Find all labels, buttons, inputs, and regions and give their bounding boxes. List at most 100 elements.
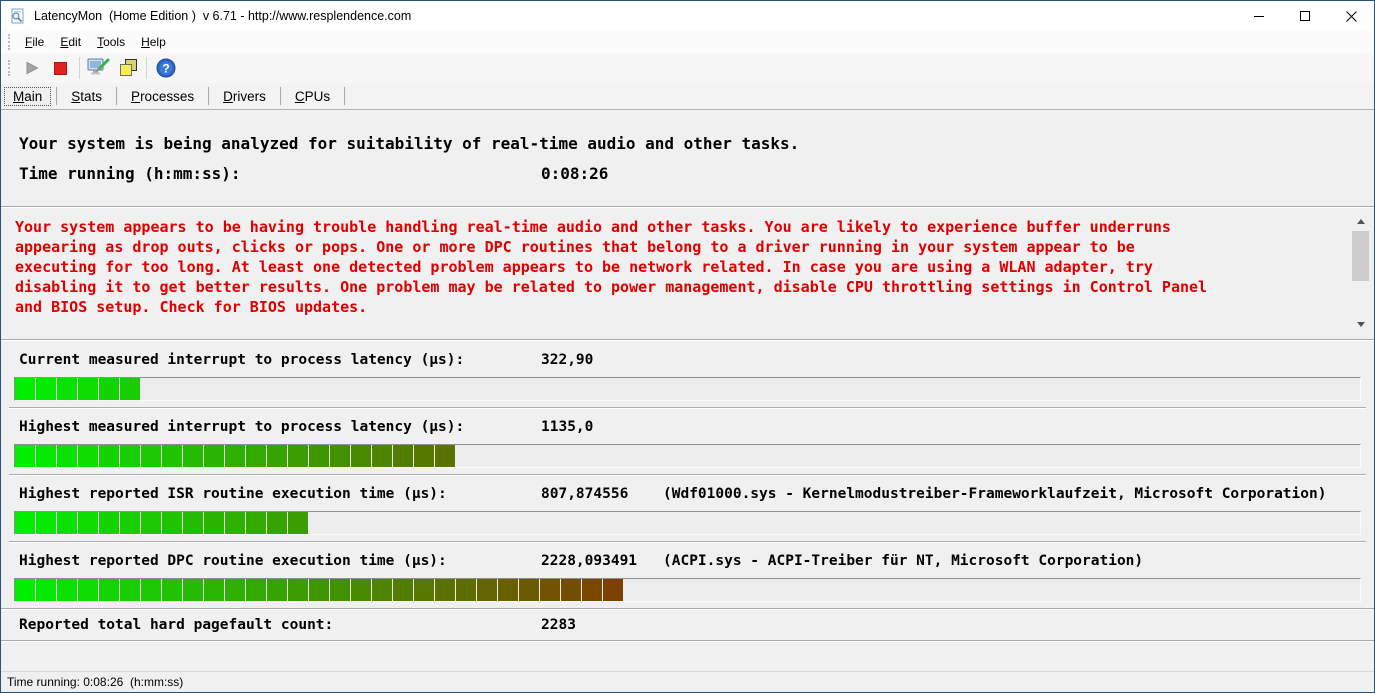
metric-row: Highest reported ISR routine execution t…	[9, 483, 1366, 505]
tab[interactable]: Processes	[121, 86, 204, 107]
bar-segment	[57, 512, 77, 534]
metric-label: Highest reported ISR routine execution t…	[19, 486, 541, 502]
bar-segment	[204, 579, 224, 601]
bar-segment	[120, 512, 140, 534]
play-button[interactable]	[17, 55, 46, 81]
copy-icon	[117, 58, 139, 78]
bar-segment	[204, 445, 224, 467]
scroll-down-icon	[1357, 322, 1365, 327]
bar-segment	[477, 579, 497, 601]
bar-segment	[351, 445, 371, 467]
bar-segment	[225, 579, 245, 601]
bar-segment	[120, 445, 140, 467]
menu-items: FileEditToolsHelp	[17, 32, 174, 52]
bar-segment	[57, 579, 77, 601]
tab[interactable]: Main	[3, 86, 52, 107]
bar-segment	[99, 512, 119, 534]
tab[interactable]: Drivers	[213, 86, 276, 107]
menu-item[interactable]: Help	[133, 32, 174, 52]
bar-segment	[15, 445, 35, 467]
svg-text:?: ?	[162, 62, 169, 76]
bar-segment	[15, 579, 35, 601]
help-button[interactable]: ?	[151, 55, 180, 81]
tab-bar: Main Stats Processes Drivers CPUs	[1, 83, 1374, 109]
bar-segment	[330, 445, 350, 467]
tab-separator	[280, 87, 281, 105]
bar-segment	[183, 445, 203, 467]
bar-segment	[246, 579, 266, 601]
bar-segment	[288, 512, 308, 534]
toolbar: ?	[1, 53, 1374, 83]
stop-button[interactable]	[46, 55, 75, 81]
bar-segment	[36, 445, 56, 467]
bar-segment	[267, 445, 287, 467]
scroll-up-icon	[1357, 219, 1365, 224]
menu-gripper	[8, 34, 11, 50]
maximize-button[interactable]	[1282, 1, 1328, 31]
tab[interactable]: CPUs	[285, 86, 340, 107]
scrollbar-thumb[interactable]	[1352, 231, 1369, 281]
latencymon-window: LatencyMon (Home Edition ) v 6.71 - http…	[0, 0, 1375, 693]
scroll-up-button[interactable]	[1352, 215, 1369, 228]
metric-row: Current measured interrupt to process la…	[9, 349, 1366, 371]
bar-segment	[267, 512, 287, 534]
bar-segment	[414, 445, 434, 467]
metric-label: Current measured interrupt to process la…	[19, 352, 541, 368]
bar-segment	[78, 445, 98, 467]
bar-segment	[225, 445, 245, 467]
pagefault-row: Reported total hard pagefault count: 228…	[1, 610, 1374, 640]
bar-segment	[267, 579, 287, 601]
analyze-settings-button[interactable]	[84, 55, 113, 81]
metric-label: Highest measured interrupt to process la…	[19, 419, 541, 435]
latency-bar-track	[14, 578, 1361, 602]
metric-row: Highest measured interrupt to process la…	[9, 416, 1366, 438]
bar-segment	[309, 445, 329, 467]
bar-segment	[78, 378, 98, 400]
bar-segment	[225, 512, 245, 534]
warning-line: appearing as drop outs, clicks or pops. …	[15, 237, 1334, 257]
toolbar-separator	[146, 57, 147, 79]
menu-item[interactable]: Edit	[52, 32, 89, 52]
menu-item[interactable]: File	[17, 32, 52, 52]
bar-segment	[36, 512, 56, 534]
time-running-row: Time running (h:mm:ss): 0:08:26	[19, 164, 1366, 183]
minimize-button[interactable]	[1236, 1, 1282, 31]
bar-segment	[99, 579, 119, 601]
bar-segment	[498, 579, 518, 601]
close-button[interactable]	[1328, 1, 1374, 31]
tab-separator	[116, 87, 117, 105]
bar-segment	[603, 579, 623, 601]
bar-segment	[414, 579, 434, 601]
time-running-value: 0:08:26	[541, 164, 608, 183]
metric-group: Current measured interrupt to process la…	[9, 341, 1366, 407]
bar-segment	[435, 579, 455, 601]
metric-label: Highest reported DPC routine execution t…	[19, 553, 541, 569]
bar-segment	[183, 512, 203, 534]
pagefault-label: Reported total hard pagefault count:	[19, 617, 541, 633]
warning-section: Your system appears to be having trouble…	[1, 208, 1374, 339]
copy-button[interactable]	[113, 55, 142, 81]
menu-item[interactable]: Tools	[89, 32, 133, 52]
bar-segment	[162, 445, 182, 467]
bar-segment	[120, 579, 140, 601]
bar-segment	[120, 378, 140, 400]
bar-segment	[372, 445, 392, 467]
metric-group: Highest reported DPC routine execution t…	[9, 541, 1366, 608]
bar-segment	[78, 512, 98, 534]
bar-segment	[57, 378, 77, 400]
minimize-icon	[1254, 16, 1264, 17]
bar-segment	[246, 512, 266, 534]
scroll-down-button[interactable]	[1352, 318, 1369, 331]
tab[interactable]: Stats	[61, 86, 112, 107]
bar-segment	[141, 579, 161, 601]
metric-detail: (Wdf01000.sys - Kernelmodustreiber-Frame…	[663, 486, 1326, 502]
app-icon	[10, 8, 26, 24]
bar-segment	[393, 445, 413, 467]
bar-segment	[582, 579, 602, 601]
metric-group: Highest measured interrupt to process la…	[9, 407, 1366, 474]
bar-segment	[288, 579, 308, 601]
menu-bar: FileEditToolsHelp	[1, 31, 1374, 53]
window-controls	[1236, 1, 1374, 31]
bar-segment	[519, 579, 539, 601]
warning-scrollbar[interactable]	[1352, 215, 1369, 331]
